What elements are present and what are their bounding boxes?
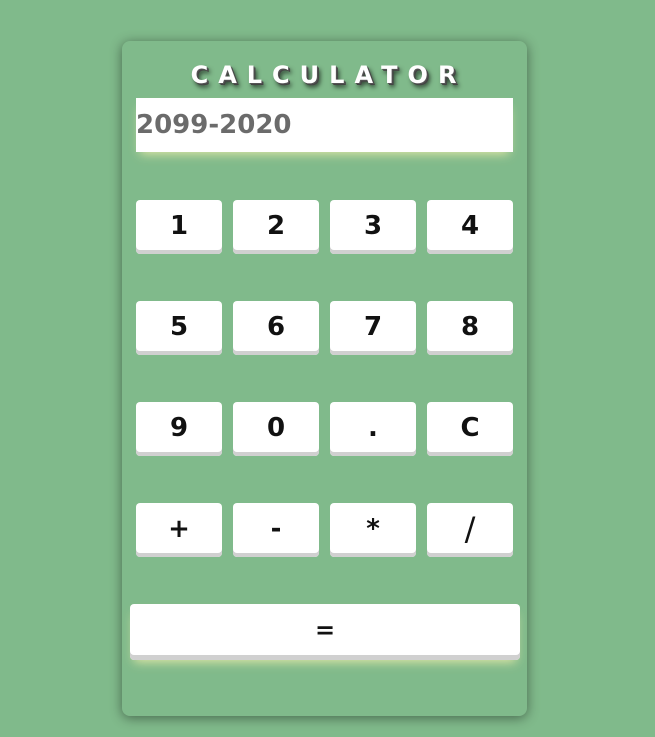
multiply-button[interactable]: * [330, 503, 416, 557]
digit-9-button[interactable]: 9 [136, 402, 222, 456]
divide-button[interactable]: / [427, 503, 513, 557]
display-field[interactable]: 2099-2020 [136, 98, 513, 152]
digit-2-button[interactable]: 2 [233, 200, 319, 254]
app-title: CALCULATOR [190, 61, 467, 89]
digit-5-button[interactable]: 5 [136, 301, 222, 355]
add-button[interactable]: + [136, 503, 222, 557]
subtract-button[interactable]: - [233, 503, 319, 557]
digit-4-button[interactable]: 4 [427, 200, 513, 254]
digit-3-button[interactable]: 3 [330, 200, 416, 254]
digit-8-button[interactable]: 8 [427, 301, 513, 355]
digit-1-button[interactable]: 1 [136, 200, 222, 254]
equals-button[interactable]: = [130, 604, 520, 660]
digit-0-button[interactable]: 0 [233, 402, 319, 456]
calculator-panel: CALCULATOR 2099-2020 1 2 3 4 5 6 7 8 9 0… [122, 41, 527, 716]
clear-button[interactable]: C [427, 402, 513, 456]
digit-7-button[interactable]: 7 [330, 301, 416, 355]
decimal-point-button[interactable]: . [330, 402, 416, 456]
digit-6-button[interactable]: 6 [233, 301, 319, 355]
